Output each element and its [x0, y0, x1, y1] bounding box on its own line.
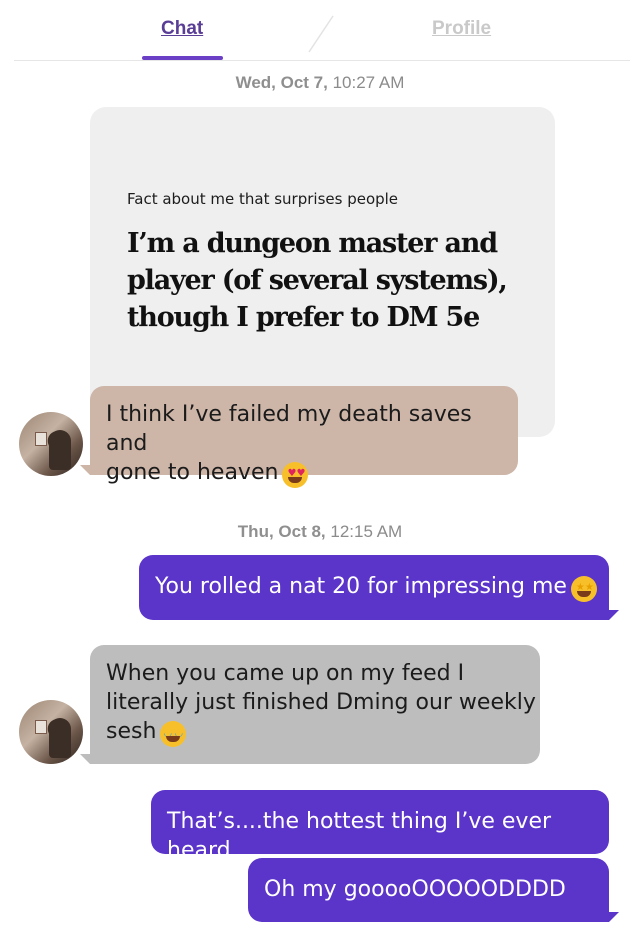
timestamp-time: 10:27 AM [327, 73, 405, 92]
message-text: Oh my gooooOOOOODDDD [264, 877, 566, 902]
message-text: You rolled a nat 20 for impressing me [155, 574, 567, 599]
timestamp-day: Thu, Oct 8, [237, 522, 326, 541]
heart-eyes-emoji-icon: ♥ ♥ [282, 462, 309, 488]
bubble-tail [80, 465, 90, 475]
avatar-background [35, 720, 47, 734]
avatar-person [49, 430, 71, 470]
tab-divider [308, 15, 334, 53]
avatar-person [49, 718, 71, 758]
timestamp-day: Wed, Oct 7, [235, 73, 328, 92]
message-bubble-sent[interactable]: That’s....the hottest thing I’ve ever he… [151, 790, 609, 863]
message-text: That’s....the hottest thing I’ve ever he… [167, 809, 552, 863]
tab-bar-divider [14, 60, 630, 61]
tab-bar: Chat Profile [0, 0, 640, 61]
avatar[interactable] [19, 412, 83, 476]
message-bubble-sent[interactable]: You rolled a nat 20 for impressing me ★ ★ [139, 555, 609, 620]
bubble-tail [609, 610, 619, 620]
timestamp: Thu, Oct 8, 12:15 AM [0, 522, 640, 542]
tab-chat[interactable]: Chat [161, 18, 203, 40]
timestamp: Wed, Oct 7, 10:27 AM [0, 73, 640, 93]
message-bubble-sent[interactable]: Oh my gooooOOOOODDDD [248, 858, 609, 922]
prompt-label: Fact about me that surprises people [127, 190, 399, 208]
bubble-tail [609, 912, 619, 922]
prompt-answer: I’m a dungeon master and player (of seve… [127, 228, 508, 333]
message-bubble-received[interactable]: I think I’ve failed my death saves and g… [90, 386, 518, 488]
avatar-background [35, 432, 47, 446]
bubble-tail [80, 754, 90, 764]
timestamp-time: 12:15 AM [325, 522, 403, 541]
message-bubble-received[interactable]: When you came up on my feed I literally … [90, 645, 540, 764]
tab-profile[interactable]: Profile [432, 18, 491, 40]
star-struck-emoji-icon: ★ ★ [570, 576, 597, 602]
avatar[interactable] [19, 700, 83, 764]
tears-of-joy-emoji-icon: ◡ ◡ [160, 721, 187, 747]
